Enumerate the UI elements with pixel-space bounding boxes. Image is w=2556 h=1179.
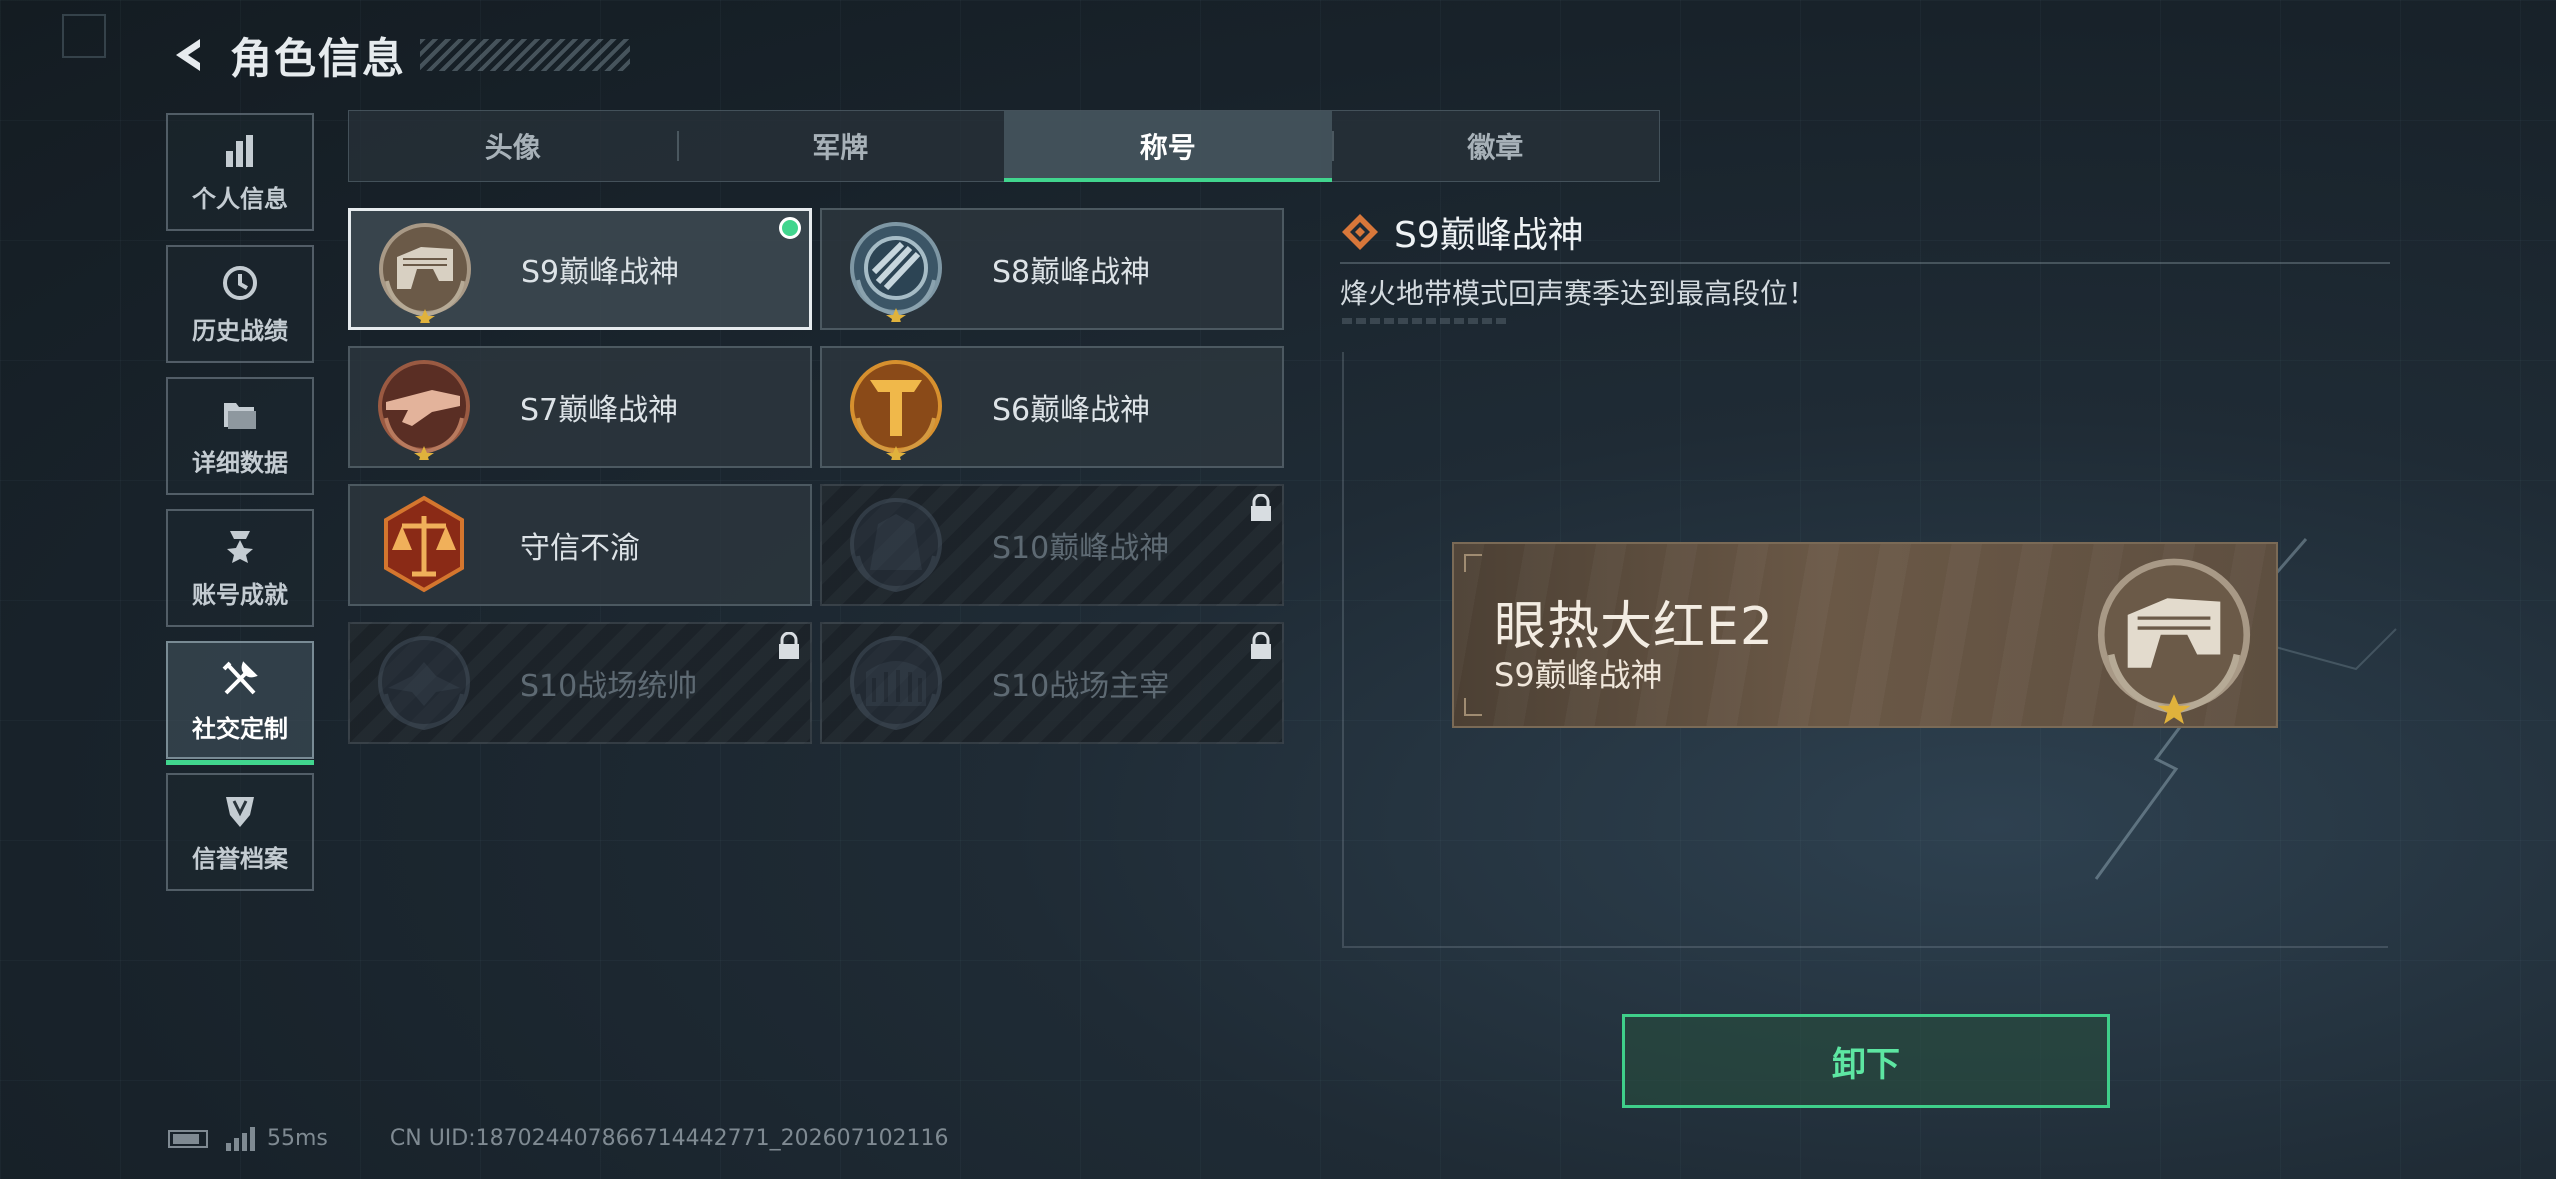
banner-corner-decoration bbox=[1464, 554, 1482, 572]
title-name: S10巅峰战神 bbox=[992, 531, 1170, 566]
bar-chart-icon bbox=[226, 134, 253, 167]
title-card-s10-commander[interactable]: S10战场统帅 bbox=[348, 622, 812, 744]
title-name: S8巅峰战神 bbox=[992, 255, 1151, 290]
sidebar: 个人信息 历史战绩 详细数据 账号成就 社交定制 信誉档案 bbox=[166, 113, 316, 905]
sidebar-item-social-custom[interactable]: 社交定制 bbox=[166, 641, 314, 765]
sidebar-item-personal-info[interactable]: 个人信息 bbox=[166, 113, 314, 231]
title-card-s8[interactable]: S8巅峰战神 bbox=[820, 208, 1284, 330]
diamond-title-icon bbox=[1342, 214, 1378, 250]
corner-decoration bbox=[62, 14, 106, 58]
title-stripe-decoration bbox=[420, 39, 631, 71]
unequip-button[interactable]: 卸下 bbox=[1622, 1014, 2110, 1108]
s7-peak-emblem-icon bbox=[378, 360, 470, 460]
ping-value: 55ms bbox=[267, 1126, 328, 1151]
status-footer: 55ms CN UID:187024407866714442771_202607… bbox=[168, 1126, 949, 1151]
title-card-s10-peak[interactable]: S10巅峰战神 bbox=[820, 484, 1284, 606]
s6-peak-emblem-icon bbox=[850, 360, 942, 460]
sidebar-item-label: 个人信息 bbox=[192, 184, 288, 213]
s10-dominator-emblem-icon bbox=[850, 636, 942, 731]
detail-title: S9巅峰战神 bbox=[1394, 215, 1584, 256]
detail-divider bbox=[1340, 262, 2390, 264]
title-card-s9[interactable]: S9巅峰战神 bbox=[348, 208, 812, 330]
signal-icon bbox=[226, 1126, 255, 1151]
title-card-s7[interactable]: S7巅峰战神 bbox=[348, 346, 812, 468]
uid-text: CN UID:187024407866714442771_20260710211… bbox=[389, 1126, 949, 1151]
detail-sub-decoration bbox=[1342, 318, 1510, 324]
banner-corner-decoration bbox=[1464, 698, 1482, 716]
title-name: S10战场统帅 bbox=[520, 669, 698, 704]
sidebar-item-label: 信誉档案 bbox=[192, 844, 288, 873]
preview-title-name: S9巅峰战神 bbox=[1494, 656, 1663, 694]
sidebar-item-history[interactable]: 历史战绩 bbox=[166, 245, 314, 363]
title-name: S6巅峰战神 bbox=[992, 393, 1151, 428]
title-card-keep-faith[interactable]: 守信不渝 bbox=[348, 484, 812, 606]
sidebar-item-label: 账号成就 bbox=[192, 580, 288, 609]
title-name: 守信不渝 bbox=[520, 531, 640, 566]
back-arrow-icon[interactable] bbox=[168, 33, 212, 77]
title-name: S7巅峰战神 bbox=[520, 393, 679, 428]
sidebar-item-achievements[interactable]: 账号成就 bbox=[166, 509, 314, 627]
sidebar-item-credit-record[interactable]: 信誉档案 bbox=[166, 773, 314, 891]
tab-badge[interactable]: 徽章 bbox=[1331, 111, 1660, 181]
tab-title[interactable]: 称号 bbox=[1004, 111, 1332, 182]
sidebar-item-detailed-data[interactable]: 详细数据 bbox=[166, 377, 314, 495]
sidebar-item-label: 历史战绩 bbox=[192, 316, 288, 345]
preview-player-name: 眼热大红E2 bbox=[1494, 597, 1774, 657]
tab-avatar[interactable]: 头像 bbox=[349, 111, 677, 181]
folder-icon bbox=[224, 402, 256, 429]
detail-header: S9巅峰战神 bbox=[1340, 206, 1584, 258]
battery-icon bbox=[168, 1129, 208, 1148]
header: 角色信息 bbox=[168, 26, 631, 84]
title-name: S9巅峰战神 bbox=[521, 255, 680, 290]
lock-icon bbox=[779, 632, 799, 659]
sidebar-item-label: 详细数据 bbox=[192, 448, 288, 477]
sidebar-item-label: 社交定制 bbox=[192, 714, 288, 743]
s9-peak-emblem-icon bbox=[2097, 558, 2251, 724]
title-card-s6[interactable]: S6巅峰战神 bbox=[820, 346, 1284, 468]
lock-icon bbox=[1251, 494, 1271, 521]
page-title: 角色信息 bbox=[230, 33, 407, 83]
title-name: S10战场主宰 bbox=[992, 669, 1170, 704]
medal-icon bbox=[227, 530, 253, 563]
title-preview-banner: 眼热大红E2 S9巅峰战神 bbox=[1452, 542, 2278, 728]
title-card-s10-dominator[interactable]: S10战场主宰 bbox=[820, 622, 1284, 744]
tab-dog-tag[interactable]: 军牌 bbox=[676, 111, 1005, 181]
s10-commander-emblem-icon bbox=[378, 636, 470, 731]
credit-shield-icon bbox=[226, 796, 254, 827]
s9-peak-emblem-icon bbox=[379, 223, 471, 323]
scales-of-justice-emblem-icon bbox=[384, 495, 464, 593]
equipped-indicator bbox=[779, 217, 801, 239]
s8-peak-emblem-icon bbox=[850, 222, 942, 322]
lock-icon bbox=[1251, 632, 1271, 659]
history-clock-icon bbox=[223, 265, 257, 300]
tools-icon bbox=[222, 660, 258, 694]
s10-peak-emblem-icon bbox=[850, 498, 942, 593]
detail-description: 烽火地带模式回声赛季达到最高段位！ bbox=[1340, 277, 1817, 310]
category-tabs: 头像 军牌 称号 徽章 bbox=[348, 110, 1660, 182]
